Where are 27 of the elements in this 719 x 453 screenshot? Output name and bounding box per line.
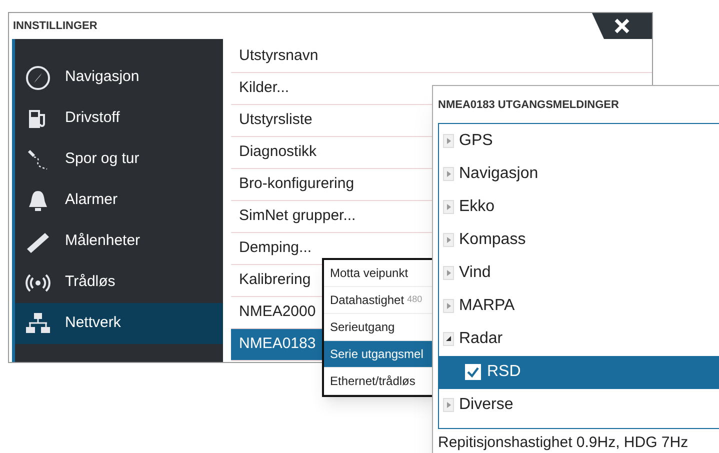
checkbox[interactable] (465, 364, 481, 380)
tree-item[interactable]: Vind (439, 256, 719, 290)
checkmark-icon (467, 366, 479, 378)
sidebar-item[interactable]: Drivstoff (15, 98, 223, 139)
sidebar-item[interactable]: Trådløs (15, 262, 223, 303)
sidebar-item[interactable]: Nettverk (15, 303, 223, 344)
sidebar-item[interactable]: Navigasjon (15, 57, 223, 98)
tree-item[interactable]: Navigasjon (439, 158, 719, 190)
value-text: 480 (407, 293, 422, 306)
window-title: INNSTILLINGER (13, 18, 98, 34)
sidebar-item[interactable]: Alarmer (15, 180, 223, 221)
expander-icon[interactable] (443, 332, 454, 346)
tree-item[interactable]: MARPA (439, 290, 719, 322)
close-button[interactable] (592, 13, 652, 39)
tree-item[interactable]: Diverse (439, 388, 719, 422)
sidebar-item[interactable]: Spor og tur (15, 139, 223, 180)
tree-item[interactable]: Radar (439, 322, 719, 356)
list-item[interactable]: Utstyrsnavn (231, 41, 652, 73)
footer-text: Repitisjonshastighet 0.9Hz, HDG 7Hz (438, 432, 690, 452)
tree-item[interactable]: GPS (439, 124, 719, 158)
close-icon (614, 18, 630, 34)
tree-item[interactable]: RSD (439, 356, 719, 388)
dialog-title: NMEA0183 UTGANGSMELDINGER (438, 98, 620, 113)
tree-item[interactable]: Ekko (439, 190, 719, 224)
compass-icon (25, 64, 51, 90)
tree-item[interactable]: Kompass (439, 224, 719, 256)
sidebar-item[interactable]: Målenheter (15, 221, 223, 262)
